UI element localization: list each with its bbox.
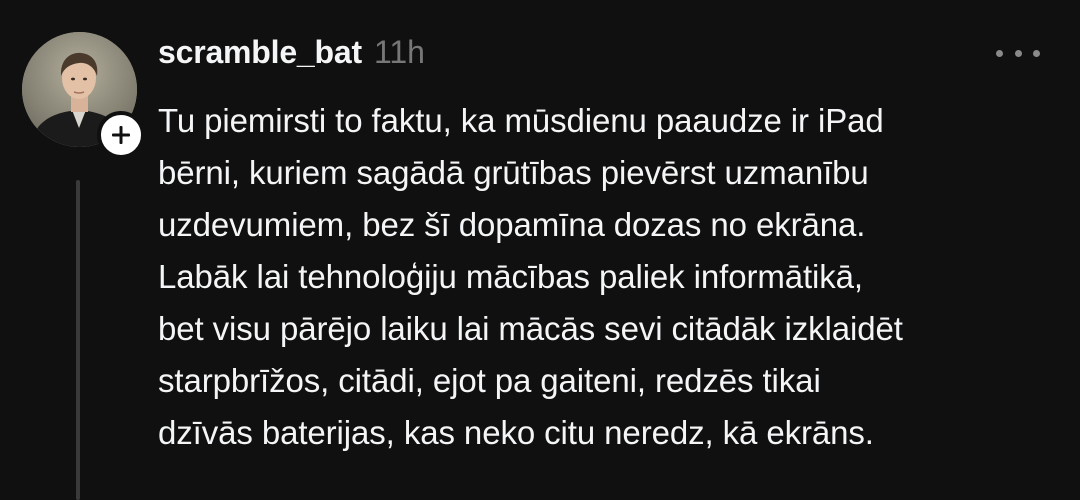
plus-icon (112, 126, 130, 144)
thread-post: scramble_bat 11h Tu piemirsti to faktu, … (0, 0, 1080, 500)
post-text-line: bet visu pārējo laiku lai mācās sevi cit… (158, 310, 903, 347)
post-text-line: bērni, kuriem sagādā grūtības pievērst u… (158, 154, 869, 191)
post-text-line: Tu piemirsti to faktu, ka mūsdienu paaud… (158, 102, 884, 139)
post-text-line: dzīvās baterijas, kas neko citu neredz, … (158, 414, 874, 451)
post-text-line: starpbrīžos, citādi, ejot pa gaiteni, re… (158, 362, 821, 399)
more-horizontal-icon (1014, 49, 1022, 57)
post-text-line: uzdevumiem, bez šī dopamīna dozas no ekr… (158, 206, 866, 243)
username[interactable]: scramble_bat (158, 34, 362, 71)
post-text-line: Labāk lai tehnoloģiju mācības paliek inf… (158, 258, 864, 295)
post-header: scramble_bat 11h (158, 34, 425, 78)
post-body: Tu piemirsti to faktu, ka mūsdienu paaud… (158, 95, 1068, 459)
more-options-button[interactable] (996, 38, 1040, 68)
more-horizontal-icon (996, 49, 1003, 57)
follow-button[interactable] (97, 111, 145, 159)
more-horizontal-icon (1033, 49, 1040, 57)
thread-line (76, 180, 80, 500)
timestamp: 11h (373, 34, 425, 70)
